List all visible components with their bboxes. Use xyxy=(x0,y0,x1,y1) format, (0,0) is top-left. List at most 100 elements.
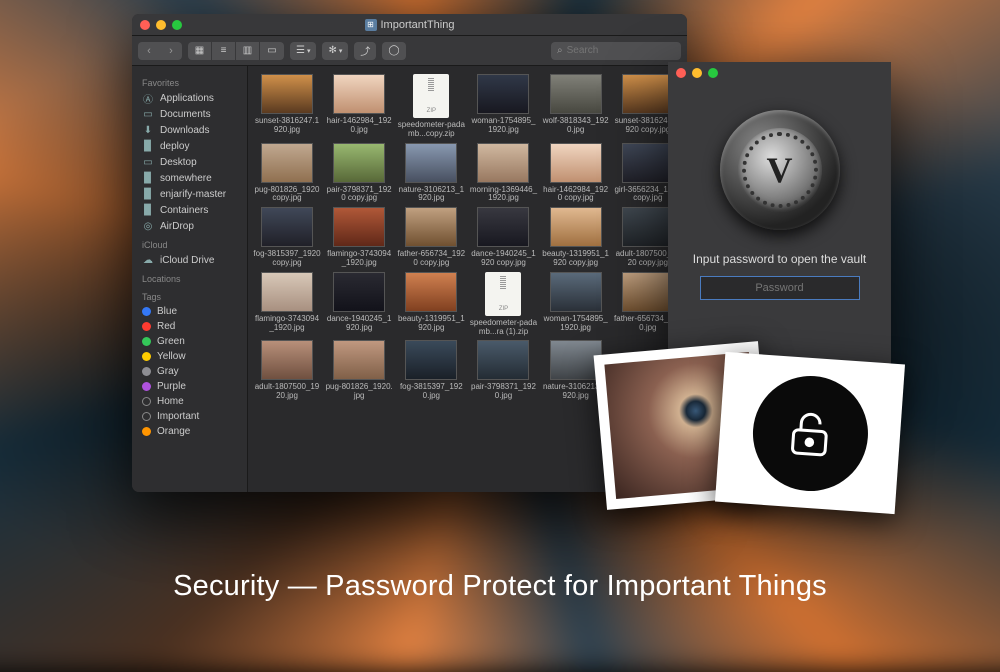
sidebar-tag-important[interactable]: Important xyxy=(132,409,247,424)
share-button[interactable]: ⤴ xyxy=(354,42,376,60)
sidebar-item-applications[interactable]: ⒶApplications xyxy=(132,90,247,106)
file-name: beauty-1319951_1920.jpg xyxy=(397,315,465,333)
sidebar-tag-yellow[interactable]: Yellow xyxy=(132,349,247,364)
sidebar-tag-red[interactable]: Red xyxy=(132,319,247,334)
file-item[interactable]: beauty-1319951_1920 copy.jpg xyxy=(541,207,611,268)
file-item[interactable]: morning-1369446_1920.jpg xyxy=(468,143,538,204)
action-button[interactable]: ✻ ▾ xyxy=(322,42,348,60)
sidebar-tag-green[interactable]: Green xyxy=(132,334,247,349)
back-button[interactable]: ‹ xyxy=(138,42,160,60)
file-item[interactable]: speedometer-padamb...copy.zip xyxy=(396,74,466,139)
file-item[interactable]: pair-3798371_1920 copy.jpg xyxy=(324,143,394,204)
view-column-button[interactable]: ▥ xyxy=(236,42,260,60)
tag-dot-icon xyxy=(142,397,151,406)
sidebar-tag-home[interactable]: Home xyxy=(132,394,247,409)
sidebar-item-label: Gray xyxy=(157,366,179,377)
down-icon: ⬇ xyxy=(142,124,154,136)
vault-maximize-button[interactable] xyxy=(708,68,718,78)
sidebar-item-label: somewhere xyxy=(160,173,212,184)
sidebar-tag-purple[interactable]: Purple xyxy=(132,379,247,394)
file-name: father-656734_1920 copy.jpg xyxy=(397,250,465,268)
sidebar-tag-gray[interactable]: Gray xyxy=(132,364,247,379)
image-thumbnail xyxy=(477,340,529,380)
sidebar-item-somewhere[interactable]: ▉somewhere xyxy=(132,170,247,186)
folder-icon: ▉ xyxy=(142,140,154,152)
file-name: woman-1754895_1920.jpg xyxy=(542,315,610,333)
file-item[interactable]: hair-1462984_1920 copy.jpg xyxy=(541,143,611,204)
sidebar-item-containers[interactable]: ▉Containers xyxy=(132,202,247,218)
maximize-button[interactable] xyxy=(172,20,182,30)
image-thumbnail xyxy=(622,143,674,183)
tags-button[interactable]: ◯ xyxy=(382,42,405,60)
file-item[interactable]: dance-1940245_1920.jpg xyxy=(324,272,394,337)
file-item[interactable]: speedometer-padamb...ra (1).zip xyxy=(468,272,538,337)
image-thumbnail xyxy=(261,207,313,247)
vault-password-input[interactable] xyxy=(700,276,860,300)
file-item[interactable]: fog-3815397_1920.jpg xyxy=(396,340,466,401)
file-name: sunset-3816247.1920.jpg xyxy=(253,117,321,135)
search-box[interactable]: ⌕ xyxy=(551,42,681,60)
image-thumbnail xyxy=(405,143,457,183)
file-item[interactable]: flamingo-3743094_1920.jpg xyxy=(252,272,322,337)
cloud-icon: ☁ xyxy=(142,254,154,266)
file-item[interactable]: fog-3815397_1920 copy.jpg xyxy=(252,207,322,268)
image-thumbnail xyxy=(261,340,313,380)
tag-dot-icon xyxy=(142,367,151,376)
sidebar-item-downloads[interactable]: ⬇Downloads xyxy=(132,122,247,138)
file-item[interactable]: flamingo-3743094_1920.jpg xyxy=(324,207,394,268)
image-thumbnail xyxy=(261,143,313,183)
view-gallery-button[interactable]: ▭ xyxy=(260,42,284,60)
file-item[interactable]: adult-1807500_1920.jpg xyxy=(252,340,322,401)
file-item[interactable]: nature-3106213_1920.jpg xyxy=(396,143,466,204)
sidebar-item-label: AirDrop xyxy=(160,221,194,232)
file-name: speedometer-padamb...ra (1).zip xyxy=(469,319,537,337)
file-item[interactable]: dance-1940245_1920 copy.jpg xyxy=(468,207,538,268)
view-icon-button[interactable]: ▦ xyxy=(188,42,212,60)
tag-dot-icon xyxy=(142,382,151,391)
sidebar-tag-orange[interactable]: Orange xyxy=(132,424,247,439)
close-button[interactable] xyxy=(140,20,150,30)
nav-buttons: ‹ › xyxy=(138,42,182,60)
file-name: fog-3815397_1920 copy.jpg xyxy=(253,250,321,268)
file-item[interactable]: sunset-3816247.1920.jpg xyxy=(252,74,322,139)
image-thumbnail xyxy=(333,340,385,380)
airdrop-icon: ◎ xyxy=(142,220,154,232)
sidebar-tag-blue[interactable]: Blue xyxy=(132,304,247,319)
view-list-button[interactable]: ≡ xyxy=(212,42,236,60)
sidebar-item-icloud-drive[interactable]: ☁ iCloud Drive xyxy=(132,252,247,268)
sidebar-item-label: enjarify-master xyxy=(160,189,226,200)
tag-dot-icon xyxy=(142,427,151,436)
file-item[interactable]: woman-1754895_1920.jpg xyxy=(468,74,538,139)
file-name: wolf-3818343_1920.jpg xyxy=(542,117,610,135)
file-item[interactable]: pair-3798371_1920.jpg xyxy=(468,340,538,401)
search-input[interactable] xyxy=(567,45,675,56)
image-thumbnail xyxy=(261,74,313,114)
sidebar-item-label: Orange xyxy=(157,426,190,437)
zip-icon xyxy=(413,74,449,118)
sidebar-item-enjarify-master[interactable]: ▉ enjarify-master xyxy=(132,186,247,202)
file-item[interactable]: beauty-1319951_1920.jpg xyxy=(396,272,466,337)
file-item[interactable]: pug-801826_1920 copy.jpg xyxy=(252,143,322,204)
arrange-button[interactable]: ☰ ▾ xyxy=(290,42,316,60)
file-item[interactable]: pug-801826_1920.jpg xyxy=(324,340,394,401)
file-item[interactable]: father-656734_1920 copy.jpg xyxy=(396,207,466,268)
sidebar-item-documents[interactable]: ▭Documents xyxy=(132,106,247,122)
finder-toolbar: ‹ › ▦ ≡ ▥ ▭ ☰ ▾ ✻ ▾ ⤴ ◯ ⌕ xyxy=(132,36,687,66)
file-item[interactable]: woman-1754895_1920.jpg xyxy=(541,272,611,337)
window-title-text: ImportantThing xyxy=(381,19,455,31)
sidebar-item-desktop[interactable]: ▭Desktop xyxy=(132,154,247,170)
forward-button[interactable]: › xyxy=(160,42,182,60)
file-item[interactable]: hair-1462984_1920.jpg xyxy=(324,74,394,139)
image-thumbnail xyxy=(477,74,529,114)
folder-icon: ▉ xyxy=(142,188,154,200)
sidebar-item-label: iCloud Drive xyxy=(160,255,214,266)
minimize-button[interactable] xyxy=(156,20,166,30)
folder-badge-icon: ⊞ xyxy=(365,19,377,31)
finder-titlebar: ⊞ ImportantThing xyxy=(132,14,687,36)
vault-close-button[interactable] xyxy=(676,68,686,78)
tag-dot-icon xyxy=(142,337,151,346)
file-item[interactable]: wolf-3818343_1920.jpg xyxy=(541,74,611,139)
sidebar-item-airdrop[interactable]: ◎ AirDrop xyxy=(132,218,247,234)
vault-minimize-button[interactable] xyxy=(692,68,702,78)
sidebar-item-deploy[interactable]: ▉deploy xyxy=(132,138,247,154)
